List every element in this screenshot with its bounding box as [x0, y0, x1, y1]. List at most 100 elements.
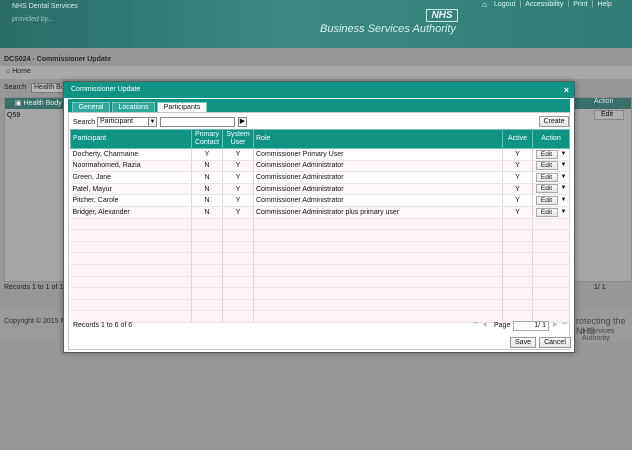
- accessibility-link[interactable]: Accessibility: [525, 1, 563, 9]
- cell-system-user: Y: [222, 160, 254, 173]
- table-row[interactable]: Green, Jane N Y Commissioner Administrator Y…: [70, 171, 570, 184]
- tab-bar: General Locations Participants: [68, 99, 570, 112]
- cell-action: Edit ▼: [532, 194, 570, 207]
- empty-row: [70, 229, 570, 242]
- chevron-down-icon[interactable]: ▼: [561, 161, 567, 170]
- empty-row: [70, 310, 570, 323]
- dialog-title-bar: Commissioner Update ×: [64, 82, 574, 98]
- cell-active: Y: [502, 194, 533, 207]
- chevron-down-icon[interactable]: ▼: [561, 208, 567, 217]
- empty-row: [70, 241, 570, 254]
- breadcrumb: ⌂ Home: [0, 66, 632, 79]
- cell-action: Edit ▼: [532, 160, 570, 173]
- edit-button[interactable]: Edit: [535, 149, 558, 159]
- create-button[interactable]: Create: [539, 116, 569, 127]
- column-role[interactable]: Role: [253, 129, 503, 149]
- cell-participant: Pitcher, Carole: [70, 194, 192, 207]
- edit-button[interactable]: Edit: [535, 184, 558, 194]
- background-edit-button[interactable]: Edit: [594, 110, 624, 120]
- search-field-select[interactable]: Participant ▼: [97, 117, 157, 127]
- cell-action: Edit ▼: [532, 171, 570, 184]
- column-primary-contact[interactable]: Primary Contact: [191, 129, 223, 149]
- search-input[interactable]: [160, 117, 235, 127]
- cell-role: Commissioner Administrator: [253, 160, 503, 173]
- cell-active: Y: [502, 160, 533, 173]
- table-row[interactable]: Bridger, Alexander N Y Commissioner Adminis…: [70, 206, 570, 219]
- cell-system-user: Y: [222, 183, 254, 196]
- chevron-down-icon[interactable]: ▼: [561, 184, 567, 193]
- background-search-input[interactable]: Health Bo: [31, 83, 67, 93]
- help-link[interactable]: Help: [597, 1, 611, 9]
- background-pager: 1/ 1: [594, 284, 606, 291]
- column-participant[interactable]: Participant: [70, 129, 192, 149]
- cell-system-user: Y: [222, 171, 254, 184]
- cell-role: Commissioner Administrator: [253, 194, 503, 207]
- empty-row: [70, 218, 570, 231]
- empty-row: [70, 287, 570, 300]
- prev-page-icon[interactable]: ◀: [482, 321, 487, 328]
- background-search: Search Health Bo: [4, 83, 67, 93]
- cell-primary-contact: N: [191, 206, 223, 219]
- cell-primary-contact: N: [191, 160, 223, 173]
- background-grid-row[interactable]: Q59: [7, 112, 20, 119]
- edit-button[interactable]: Edit: [535, 172, 558, 182]
- last-page-icon[interactable]: ⏭: [562, 321, 567, 328]
- tab-participants[interactable]: Participants: [157, 102, 207, 112]
- breadcrumb-home[interactable]: ⌂ Home: [6, 68, 31, 75]
- search-go-button[interactable]: ▶: [238, 117, 247, 127]
- first-page-icon[interactable]: ⏮: [473, 321, 478, 328]
- column-active[interactable]: Active: [502, 129, 533, 149]
- background-records: Records 1 to 1 of 1: [4, 284, 64, 291]
- empty-row: [70, 264, 570, 277]
- table-row[interactable]: Pitcher, Carole N Y Commissioner Administra…: [70, 194, 570, 207]
- cell-participant: Green, Jane: [70, 171, 192, 184]
- print-link[interactable]: Print: [573, 1, 587, 9]
- page-label: Page: [494, 322, 511, 329]
- cell-role: Commissioner Administrator plus primary …: [253, 206, 503, 219]
- table-row[interactable]: Docherty, Charmaine Y Y Commissioner Primar…: [70, 148, 570, 161]
- cell-primary-contact: N: [191, 171, 223, 184]
- tab-general[interactable]: General: [72, 102, 110, 112]
- cell-action: Edit ▼: [532, 148, 570, 161]
- edit-button[interactable]: Edit: [535, 161, 558, 171]
- page-number-input[interactable]: 1/ 1: [513, 321, 549, 331]
- cell-active: Y: [502, 206, 533, 219]
- logout-link[interactable]: Logout: [494, 1, 515, 9]
- edit-button[interactable]: Edit: [535, 207, 558, 217]
- table-row[interactable]: Patel, Mayur N Y Commissioner Administrator…: [70, 183, 570, 196]
- column-action: Action: [532, 129, 570, 149]
- cell-participant: Bridger, Alexander: [70, 206, 192, 219]
- cell-action: Edit ▼: [532, 183, 570, 196]
- dialog-title: Commissioner Update: [71, 86, 141, 93]
- chevron-down-icon[interactable]: ▼: [561, 150, 567, 159]
- search-label: Search: [73, 119, 96, 126]
- top-links: ⌂ Logout | Accessibility | Print | Help: [482, 0, 612, 9]
- table-row[interactable]: Noormahomed, Razia N Y Commissioner Adminis…: [70, 160, 570, 173]
- save-button[interactable]: Save: [510, 337, 536, 348]
- cell-active: Y: [502, 171, 533, 184]
- cell-active: Y: [502, 148, 533, 161]
- copyright: Copyright © 2015 N: [4, 318, 66, 325]
- cell-primary-contact: Y: [191, 148, 223, 161]
- commissioner-update-dialog: Commissioner Update × General Locations …: [63, 81, 575, 353]
- records-count: Records 1 to 6 of 6: [73, 322, 133, 329]
- cell-primary-contact: N: [191, 183, 223, 196]
- empty-row: [70, 252, 570, 265]
- edit-button[interactable]: Edit: [535, 196, 558, 205]
- chevron-down-icon: ▼: [148, 118, 156, 126]
- nhs-logo: NHS: [426, 9, 458, 22]
- home-icon[interactable]: ⌂: [482, 1, 490, 9]
- chevron-down-icon[interactable]: ▼: [561, 173, 567, 182]
- collapse-icon: ▣: [15, 100, 24, 107]
- chevron-down-icon[interactable]: ▼: [561, 196, 567, 205]
- tab-locations[interactable]: Locations: [112, 102, 155, 112]
- participants-panel: Search Participant ▼ ▶ Create Participan…: [68, 112, 570, 350]
- next-page-icon[interactable]: ▶: [553, 321, 558, 328]
- column-system-user[interactable]: System User: [222, 129, 254, 149]
- table-header-row: Participant Primary Contact System User …: [70, 129, 570, 149]
- close-icon[interactable]: ×: [564, 82, 569, 98]
- cell-role: Commissioner Primary User: [253, 148, 503, 161]
- background-action-header: Action: [594, 98, 614, 105]
- cancel-button[interactable]: Cancel: [539, 337, 571, 348]
- cell-participant: Docherty, Charmaine: [70, 148, 192, 161]
